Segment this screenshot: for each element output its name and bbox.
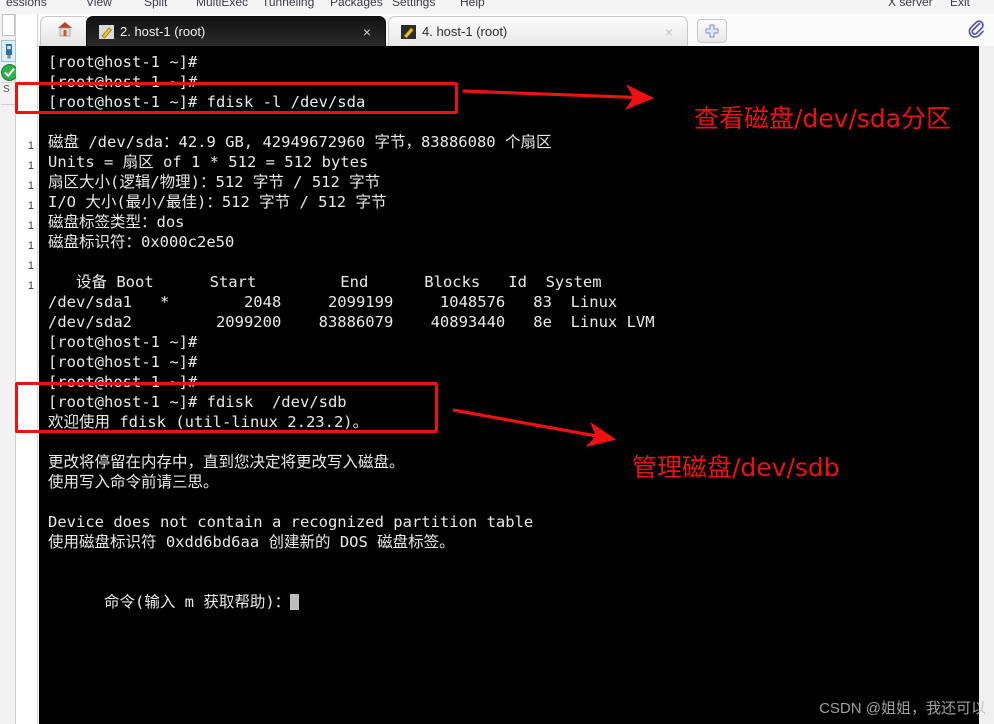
rail-divider bbox=[1, 82, 15, 83]
terminal-line-prompt: 命令(输入 m 获取帮助)： bbox=[48, 572, 300, 632]
line-number: 1 bbox=[27, 180, 34, 192]
terminal-scrollbar[interactable] bbox=[979, 46, 994, 724]
watermark: CSDN @姐姐，我还可以 bbox=[819, 700, 986, 717]
callout-label-view-sda-partition: 查看磁盘/dev/sda分区 bbox=[694, 104, 952, 133]
terminal-session-icon bbox=[99, 24, 114, 39]
menu-item-view[interactable]: View bbox=[86, 0, 112, 9]
prompt-text: 命令(输入 m 获取帮助)： bbox=[104, 593, 291, 611]
menu-item-exit[interactable]: Exit bbox=[950, 0, 970, 9]
terminal-line: [root@host-1 ~]# bbox=[48, 53, 198, 71]
line-number: 1 bbox=[27, 280, 34, 292]
menu-bar: essions View Split MultiExec Tunneling P… bbox=[0, 0, 994, 14]
terminal-line: 更改将停留在内存中，直到您决定将更改写入磁盘。 bbox=[48, 453, 405, 471]
rail-divider bbox=[1, 104, 15, 105]
paperclip-icon[interactable] bbox=[965, 16, 987, 40]
terminal-session-icon bbox=[401, 24, 416, 39]
home-tab[interactable] bbox=[40, 16, 90, 46]
new-tab-button[interactable] bbox=[697, 19, 727, 43]
tab-session-2[interactable]: 2. host-1 (root) × bbox=[86, 16, 386, 46]
line-number: 1 bbox=[27, 220, 34, 232]
terminal-line: 使用写入命令前请三思。 bbox=[48, 473, 219, 491]
usb-device-icon[interactable] bbox=[1, 40, 16, 62]
line-number: 1 bbox=[27, 140, 34, 152]
menu-item-tunneling[interactable]: Tunneling bbox=[262, 0, 314, 9]
terminal-line: 磁盘标识符：0x000c2e50 bbox=[48, 233, 235, 251]
terminal-line: 设备 Boot Start End Blocks Id System bbox=[48, 273, 602, 291]
menu-item-split[interactable]: Split bbox=[144, 0, 167, 9]
terminal-line: /dev/sda2 2099200 83886079 40893440 8e L… bbox=[48, 313, 655, 331]
terminal-line: 磁盘标签类型：dos bbox=[48, 213, 185, 231]
menu-item-sessions[interactable]: essions bbox=[6, 0, 47, 9]
text-cursor bbox=[290, 594, 300, 610]
menu-item-multiexec[interactable]: MultiExec bbox=[196, 0, 248, 9]
home-icon bbox=[56, 20, 74, 43]
tab-label: 2. host-1 (root) bbox=[120, 24, 206, 39]
tab-label: 4. host-1 (root) bbox=[422, 24, 508, 39]
menu-item-help[interactable]: Help bbox=[460, 0, 485, 9]
highlight-box-fdisk-sdb bbox=[15, 382, 438, 433]
menu-item-packages[interactable]: Packages bbox=[330, 0, 383, 9]
tab-bar: 2. host-1 (root) × 4. host-1 (root) × bbox=[0, 14, 994, 46]
line-number: 1 bbox=[27, 260, 34, 272]
line-number-gutter: 1 1 1 1 1 1 1 1 bbox=[16, 14, 38, 724]
line-number: 1 bbox=[27, 160, 34, 172]
highlight-box-fdisk-list bbox=[15, 82, 458, 114]
side-rail: S bbox=[0, 14, 18, 724]
terminal-line: 使用磁盘标识符 0xdd6bd6aa 创建新的 DOS 磁盘标签。 bbox=[48, 533, 455, 551]
terminal-line: /dev/sda1 * 2048 2099199 1048576 83 Linu… bbox=[48, 293, 618, 311]
tab-close-icon[interactable]: × bbox=[363, 25, 371, 39]
line-number: 1 bbox=[27, 200, 34, 212]
remote-terminal-app: essions View Split MultiExec Tunneling P… bbox=[0, 0, 994, 724]
terminal-line: [root@host-1 ~]# bbox=[48, 333, 198, 351]
callout-label-manage-sdb-disk: 管理磁盘/dev/sdb bbox=[632, 453, 840, 482]
line-number: 1 bbox=[27, 240, 34, 252]
tab-session-4[interactable]: 4. host-1 (root) × bbox=[388, 16, 688, 46]
rail-placeholder-box bbox=[2, 14, 15, 36]
terminal-line: 扇区大小(逻辑/物理)：512 字节 / 512 字节 bbox=[48, 173, 381, 191]
terminal-line: Device does not contain a recognized par… bbox=[48, 513, 534, 531]
rail-session-letter: S bbox=[3, 84, 10, 95]
terminal-line: I/O 大小(最小/最佳)：512 字节 / 512 字节 bbox=[48, 193, 387, 211]
terminal-line: 磁盘 /dev/sda：42.9 GB, 42949672960 字节，8388… bbox=[48, 133, 552, 151]
menu-item-settings[interactable]: Settings bbox=[392, 0, 435, 9]
tab-close-icon[interactable]: × bbox=[665, 25, 673, 39]
menu-item-xserver[interactable]: X server bbox=[888, 0, 933, 9]
plus-icon bbox=[705, 24, 719, 38]
terminal-line: Units = 扇区 of 1 * 512 = 512 bytes bbox=[48, 153, 369, 171]
terminal-line: [root@host-1 ~]# bbox=[48, 353, 198, 371]
